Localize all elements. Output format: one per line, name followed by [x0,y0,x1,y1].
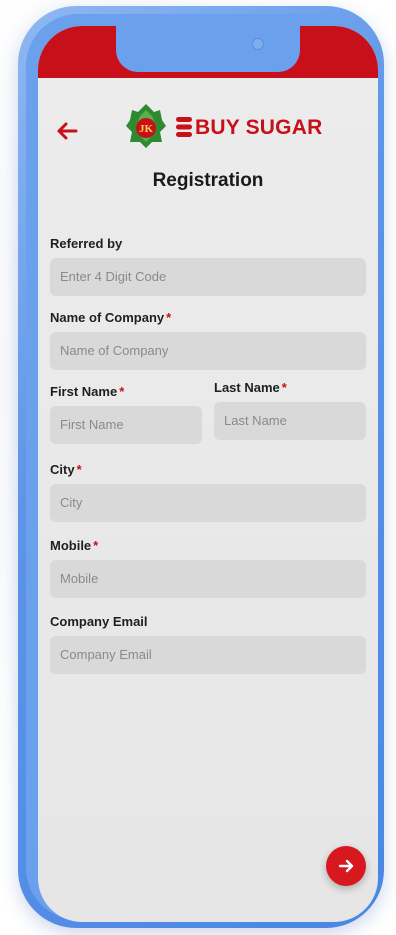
required-marker: * [93,538,99,553]
company-email-label-text: Company Email [50,614,148,629]
arrow-right-icon [338,859,354,873]
first-name-label-text: First Name [50,384,118,399]
required-marker: * [119,384,125,399]
brand-name: BUY SUGAR [176,114,322,142]
company-name-label: Name of Company * [50,310,171,325]
company-email-input[interactable] [50,636,366,674]
next-button[interactable] [326,846,366,886]
city-label-text: City [50,462,75,477]
back-button[interactable] [52,118,82,148]
camera-icon [252,38,264,50]
referred-by-label-text: Referred by [50,236,123,251]
arrow-left-icon [57,122,78,140]
company-name-input[interactable] [50,332,366,370]
required-marker: * [281,380,287,395]
referred-by-input[interactable] [50,258,366,296]
phone-frame: JK BUY SUGAR Registration Referred by Na… [18,6,384,928]
city-input[interactable] [50,484,366,522]
last-name-input[interactable] [214,402,366,440]
first-name-input[interactable] [50,406,202,444]
referred-by-label: Referred by [50,236,122,251]
company-name-label-text: Name of Company [50,310,165,325]
required-marker: * [166,310,172,325]
mobile-label: Mobile * [50,538,98,553]
required-marker: * [76,462,82,477]
svg-text:JK: JK [139,123,154,135]
city-label: City * [50,462,82,477]
mobile-label-text: Mobile [50,538,92,553]
app-logo: JK BUY SUGAR [124,102,324,150]
notch [116,26,300,72]
mobile-input[interactable] [50,560,366,598]
last-name-label: Last Name * [214,380,287,395]
jk-logo-mark-icon: JK [126,104,166,148]
company-email-label: Company Email [50,614,148,629]
app-screen: JK BUY SUGAR Registration Referred by Na… [38,26,378,922]
first-name-label: First Name * [50,384,124,399]
brand-e-icon [176,117,192,137]
last-name-label-text: Last Name [214,380,280,395]
brand-name-text: BUY SUGAR [195,116,323,139]
page-title: Registration [152,170,264,191]
